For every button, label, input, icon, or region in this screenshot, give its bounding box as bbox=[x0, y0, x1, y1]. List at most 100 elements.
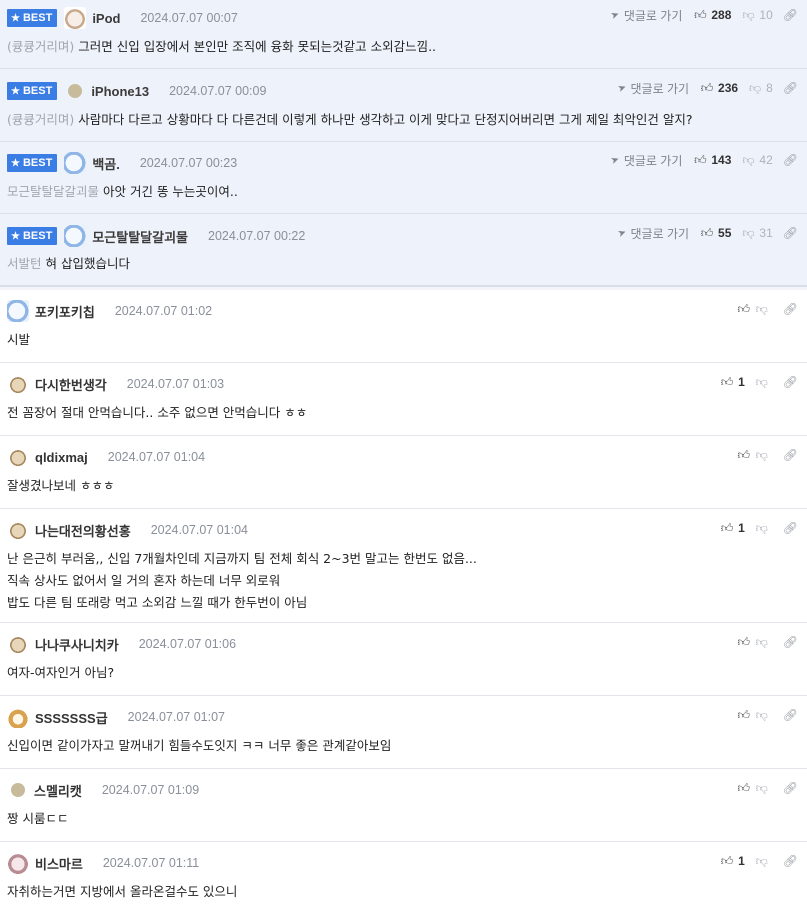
comment-list: ★ BEST iPod 2024.07.07 00:07 ➤ 댓글로 가기 👍︎ 28… bbox=[0, 0, 807, 914]
thumbs-down-icon[interactable]: 👎︎ bbox=[755, 302, 769, 317]
upvote-count: 143 bbox=[711, 153, 732, 167]
avatar[interactable] bbox=[64, 152, 87, 174]
comment-nickname[interactable]: 모근탈탈달갈괴물 bbox=[92, 227, 188, 246]
comment-body: 시발 bbox=[7, 332, 31, 347]
thumbs-down-icon[interactable]: 👎︎ bbox=[755, 521, 769, 536]
avatar[interactable] bbox=[7, 373, 29, 395]
comment-tools: ➤ 댓글로 가기 👍︎ 55 👎︎ 31 🔗︎ bbox=[616, 224, 798, 242]
link-icon[interactable]: 🔗︎ bbox=[783, 81, 798, 95]
thumbs-up-icon[interactable]: 👍︎ bbox=[737, 781, 751, 796]
comment-date: 2024.07.07 00:09 bbox=[169, 84, 267, 98]
thumbs-down-icon[interactable]: 👎︎ bbox=[741, 8, 755, 23]
avatar[interactable] bbox=[7, 633, 29, 655]
comment-date: 2024.07.07 00:22 bbox=[208, 229, 306, 243]
avatar[interactable] bbox=[7, 300, 29, 322]
downvote-count: 8 bbox=[766, 81, 773, 95]
comment-nickname[interactable]: 비스마르 bbox=[35, 854, 83, 873]
thumbs-up-icon[interactable]: 👍︎ bbox=[700, 226, 714, 241]
comment-tools: 👍︎ 👎︎ 🔗︎ bbox=[737, 633, 798, 651]
comment-nickname[interactable]: iPhone13 bbox=[91, 84, 149, 99]
comment: qldixmaj 2024.07.07 01:04 👍︎ 👎︎ 🔗︎ 잘생겼나보… bbox=[0, 436, 807, 509]
comment-tools: 👍︎ 👎︎ 🔗︎ bbox=[737, 300, 798, 318]
comment-tools: ➤ 댓글로 가기 👍︎ 143 👎︎ 42 🔗︎ bbox=[609, 151, 798, 169]
thumbs-down-icon[interactable]: 👎︎ bbox=[755, 375, 769, 390]
thumbs-up-icon[interactable]: 👍︎ bbox=[737, 448, 751, 463]
goto-comment-link[interactable]: ➤ 댓글로 가기 bbox=[609, 152, 683, 169]
comment-date: 2024.07.07 01:06 bbox=[138, 637, 237, 651]
link-icon[interactable]: 🔗︎ bbox=[783, 854, 798, 868]
link-icon[interactable]: 🔗︎ bbox=[783, 8, 798, 22]
thumbs-up-icon[interactable]: 👍︎ bbox=[720, 521, 734, 536]
link-icon[interactable]: 🔗︎ bbox=[783, 302, 798, 316]
comment-body: 자취하는거면 지방에서 올라온걸수도 있으니 bbox=[7, 884, 238, 899]
send-icon: ➤ bbox=[616, 226, 629, 240]
thumbs-up-icon[interactable]: 👍︎ bbox=[737, 302, 751, 317]
avatar[interactable] bbox=[7, 519, 29, 541]
downvote-count: 10 bbox=[759, 8, 773, 22]
link-icon[interactable]: 🔗︎ bbox=[783, 521, 798, 535]
reply-target[interactable]: (큥큥거리며) bbox=[7, 39, 74, 54]
thumbs-up-icon[interactable]: 👍︎ bbox=[693, 8, 707, 23]
avatar[interactable] bbox=[64, 225, 87, 247]
avatar[interactable] bbox=[68, 84, 83, 98]
thumbs-up-icon[interactable]: 👍︎ bbox=[720, 375, 734, 390]
avatar[interactable] bbox=[64, 7, 87, 29]
comment-nickname[interactable]: 스멜리캣 bbox=[34, 781, 82, 800]
comment-tools: 👍︎ 1 👎︎ 🔗︎ bbox=[720, 373, 798, 391]
link-icon[interactable]: 🔗︎ bbox=[783, 635, 798, 649]
comment-tools: 👍︎ 👎︎ 🔗︎ bbox=[737, 706, 798, 724]
comment-nickname[interactable]: 다시한번생각 bbox=[35, 375, 107, 394]
thumbs-down-icon[interactable]: 👎︎ bbox=[748, 81, 762, 96]
comment: 다시한번생각 2024.07.07 01:03 👍︎ 1 👎︎ 🔗︎ 전 꼼장어 … bbox=[0, 363, 807, 436]
comment-nickname[interactable]: SSSSSSS급 bbox=[35, 708, 108, 727]
comment-date: 2024.07.07 01:09 bbox=[101, 783, 200, 797]
thumbs-down-icon[interactable]: 👎︎ bbox=[755, 854, 769, 869]
comment: 스멜리캣 2024.07.07 01:09 👍︎ 👎︎ 🔗︎ 짱 시룸ㄷㄷ bbox=[0, 769, 807, 842]
comment-nickname[interactable]: 나나쿠사니치카 bbox=[35, 635, 119, 654]
link-icon[interactable]: 🔗︎ bbox=[783, 153, 798, 167]
comment-body: 난 은근히 부러움,, 신입 7개월차인데 지금까지 팀 전체 회식 2~3번 … bbox=[7, 551, 477, 610]
link-icon[interactable]: 🔗︎ bbox=[783, 375, 798, 389]
comment-nickname[interactable]: 나는대전의황선홍 bbox=[35, 521, 131, 540]
link-icon[interactable]: 🔗︎ bbox=[783, 708, 798, 722]
thumbs-down-icon[interactable]: 👎︎ bbox=[755, 781, 769, 796]
link-icon[interactable]: 🔗︎ bbox=[783, 226, 798, 240]
avatar[interactable] bbox=[7, 706, 29, 728]
comment-tools: 👍︎ 1 👎︎ 🔗︎ bbox=[720, 852, 798, 870]
comment-tools: 👍︎ 1 👎︎ 🔗︎ bbox=[720, 519, 798, 537]
reply-target[interactable]: 모근탈탈달갈괴물 bbox=[7, 184, 99, 199]
comment-date: 2024.07.07 01:11 bbox=[102, 856, 200, 870]
comment-date: 2024.07.07 01:07 bbox=[127, 710, 225, 724]
reply-target[interactable]: (큥큥거리며) bbox=[7, 112, 74, 127]
best-comment: ★ BEST iPhone13 2024.07.07 00:09 ➤ 댓글로 가기 … bbox=[0, 69, 807, 142]
link-icon[interactable]: 🔗︎ bbox=[783, 448, 798, 462]
comment-nickname[interactable]: 포키포키칩 bbox=[35, 302, 95, 321]
goto-comment-link[interactable]: ➤ 댓글로 가기 bbox=[616, 80, 689, 97]
thumbs-down-icon[interactable]: 👎︎ bbox=[755, 448, 769, 463]
upvote-count: 55 bbox=[718, 226, 732, 240]
thumbs-down-icon[interactable]: 👎︎ bbox=[755, 708, 769, 723]
reply-target[interactable]: 서발턴 bbox=[7, 256, 42, 271]
comment-nickname[interactable]: 백곰. bbox=[92, 154, 120, 173]
thumbs-down-icon[interactable]: 👎︎ bbox=[755, 635, 769, 650]
goto-comment-link[interactable]: ➤ 댓글로 가기 bbox=[610, 7, 683, 24]
comment-nickname[interactable]: qldixmaj bbox=[35, 450, 88, 465]
avatar[interactable] bbox=[7, 852, 29, 874]
link-icon[interactable]: 🔗︎ bbox=[783, 781, 798, 795]
thumbs-up-icon[interactable]: 👍︎ bbox=[693, 153, 707, 168]
thumbs-down-icon[interactable]: 👎︎ bbox=[741, 226, 755, 241]
comment-nickname[interactable]: iPod bbox=[92, 11, 120, 26]
goto-comment-link[interactable]: ➤ 댓글로 가기 bbox=[616, 225, 689, 242]
thumbs-up-icon[interactable]: 👍︎ bbox=[720, 854, 734, 869]
thumbs-down-icon[interactable]: 👎︎ bbox=[741, 153, 755, 168]
thumbs-up-icon[interactable]: 👍︎ bbox=[700, 81, 714, 96]
thumbs-up-icon[interactable]: 👍︎ bbox=[737, 708, 751, 723]
best-badge: ★ BEST bbox=[7, 154, 58, 172]
send-icon: ➤ bbox=[609, 153, 622, 167]
avatar[interactable] bbox=[11, 783, 25, 797]
upvote-count: 1 bbox=[738, 854, 745, 868]
best-badge: ★ BEST bbox=[7, 82, 58, 100]
comment-body: 잘생겼나보네 ㅎㅎㅎ bbox=[7, 478, 115, 493]
avatar[interactable] bbox=[7, 446, 29, 468]
thumbs-up-icon[interactable]: 👍︎ bbox=[737, 635, 751, 650]
